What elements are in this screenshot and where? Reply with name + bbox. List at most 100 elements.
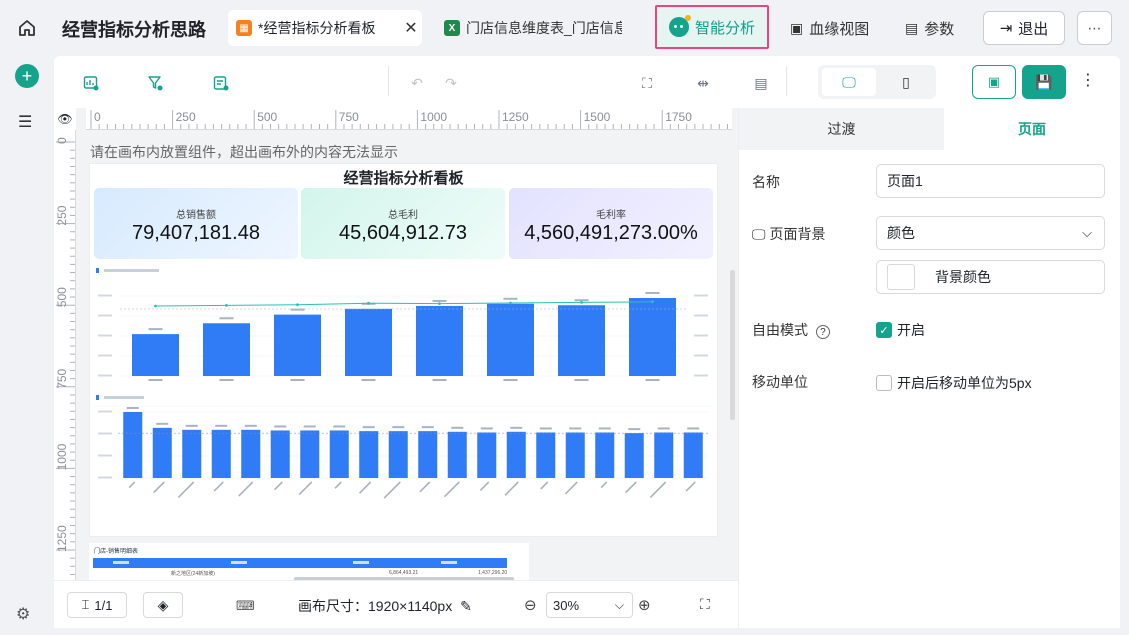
add-chart-icon[interactable] xyxy=(80,72,102,94)
more-options-button[interactable]: ⋯ xyxy=(1077,11,1112,45)
vertical-scrollbar[interactable] xyxy=(730,270,735,420)
add-component-icon[interactable]: + xyxy=(15,64,39,88)
canvas-size[interactable]: 画布尺寸：1920×1140px ✎ xyxy=(298,596,472,616)
params-button[interactable]: ▤ 参数 xyxy=(905,18,954,39)
line-point[interactable] xyxy=(438,302,441,305)
zoom-in-icon[interactable]: ⊕ xyxy=(638,596,651,614)
bar[interactable] xyxy=(447,431,467,478)
x-tick-label xyxy=(479,481,490,491)
format-brush-icon[interactable]: ⛶ xyxy=(636,72,658,94)
kpi-card-sales[interactable]: 总销售额 79,407,181.48 xyxy=(94,188,298,259)
help-circle-icon[interactable]: ? xyxy=(815,325,830,339)
free-mode-checkbox[interactable]: ✓ 开启 xyxy=(876,320,925,340)
bar[interactable] xyxy=(629,298,676,376)
desktop-view-icon[interactable]: 🖵 xyxy=(822,68,876,96)
bar[interactable] xyxy=(506,431,526,478)
edit-icon[interactable]: ✎ xyxy=(460,598,472,614)
add-filter-icon[interactable] xyxy=(144,72,166,94)
lineage-view-button[interactable]: ▣ 血缘视图 xyxy=(790,18,869,39)
ruler-label: 0 xyxy=(55,137,69,144)
page-bg-select[interactable]: 颜色 ⌵ xyxy=(876,216,1105,250)
page-indicator-button[interactable]: ⌶ 1/1 xyxy=(67,592,127,618)
kpi-label: 毛利率 xyxy=(596,210,626,221)
add-table-icon[interactable] xyxy=(210,72,232,94)
bar[interactable] xyxy=(683,432,703,478)
bar[interactable] xyxy=(329,430,349,478)
smart-analysis-button[interactable]: 智能分析 xyxy=(655,5,769,49)
y-tick-label xyxy=(98,454,112,457)
bar[interactable] xyxy=(123,412,143,478)
move-unit-checkbox[interactable]: 开启后移动单位为5px xyxy=(876,373,1032,393)
bar[interactable] xyxy=(270,430,290,478)
store-profit-chart[interactable] xyxy=(90,392,716,514)
home-icon[interactable] xyxy=(14,15,40,41)
gear-icon[interactable]: ⚙ xyxy=(16,604,30,624)
bar[interactable] xyxy=(558,305,605,376)
bar[interactable] xyxy=(132,334,179,376)
line-point[interactable] xyxy=(367,301,370,305)
bar[interactable] xyxy=(274,314,321,376)
line-point[interactable] xyxy=(225,304,228,307)
bar[interactable] xyxy=(345,308,392,376)
line-point[interactable] xyxy=(651,300,654,304)
redo-icon[interactable]: ↷ xyxy=(440,72,462,94)
bar[interactable] xyxy=(595,432,615,478)
zoom-out-icon[interactable]: ⊖ xyxy=(524,596,537,614)
ruler-label: 1000 xyxy=(55,443,69,470)
kpi-card-profit[interactable]: 总毛利 45,604,912.73 xyxy=(301,188,505,259)
ruler-label: 1250 xyxy=(55,525,69,552)
exit-button[interactable]: ⇥ 退出 xyxy=(983,11,1065,45)
outline-list-icon[interactable]: ☰ xyxy=(18,112,32,132)
bar-label xyxy=(432,299,447,302)
save-button[interactable]: 💾 xyxy=(1022,65,1066,99)
bar[interactable] xyxy=(388,431,408,478)
bar[interactable] xyxy=(536,432,556,478)
line-point[interactable] xyxy=(154,304,157,308)
eye-icon[interactable]: 👁 xyxy=(54,108,76,130)
bar[interactable] xyxy=(654,432,674,478)
close-icon[interactable]: ✕ xyxy=(400,18,422,38)
bar[interactable] xyxy=(416,305,463,376)
bar[interactable] xyxy=(182,429,202,478)
bar[interactable] xyxy=(565,432,585,478)
checkbox-checked-icon[interactable]: ✓ xyxy=(876,322,892,338)
preview-button[interactable]: ▣ xyxy=(972,65,1016,99)
line-point[interactable] xyxy=(509,301,512,305)
bar[interactable] xyxy=(624,433,644,478)
bar[interactable] xyxy=(152,427,172,478)
bar[interactable] xyxy=(211,429,231,478)
bar[interactable] xyxy=(359,431,379,478)
bar[interactable] xyxy=(487,303,534,376)
bar[interactable] xyxy=(477,432,497,478)
layers-button[interactable]: ◈ xyxy=(143,592,183,618)
line-point[interactable] xyxy=(296,303,299,307)
page-indicator: 1/1 xyxy=(94,597,113,613)
line-point[interactable] xyxy=(580,301,583,304)
monthly-sales-chart[interactable] xyxy=(90,264,716,390)
zoom-select[interactable]: 30% ⌵ xyxy=(546,592,633,618)
section-marker xyxy=(96,268,99,273)
mobile-view-icon[interactable]: ▯ xyxy=(880,68,932,96)
align-distribute-icon[interactable]: ⇹ xyxy=(692,72,714,94)
bar[interactable] xyxy=(418,431,438,478)
fit-screen-icon[interactable]: ⛶ xyxy=(700,596,710,613)
checkbox-unchecked-icon[interactable] xyxy=(876,375,892,391)
page-name-input[interactable]: 页面1 xyxy=(876,164,1105,198)
undo-icon[interactable]: ↶ xyxy=(406,72,428,94)
bar[interactable] xyxy=(203,323,250,376)
kpi-card-margin[interactable]: 毛利率 4,560,491,273.00% xyxy=(509,188,713,259)
canvas-size-label: 画布尺寸：1920×1140px xyxy=(298,598,453,614)
bar[interactable] xyxy=(241,429,261,478)
x-tick-label xyxy=(358,481,372,494)
page-settings-icon[interactable]: ▤ xyxy=(750,72,772,94)
tab-store-table[interactable]: X 门店信息维度表_门店信息 xyxy=(436,10,622,46)
tab-dashboard[interactable]: ▦ *经营指标分析看板 ✕ xyxy=(228,10,422,46)
kebab-menu-icon[interactable]: ⋮ xyxy=(1080,70,1096,90)
bar-label xyxy=(480,427,493,430)
tab-page[interactable]: 页面 xyxy=(944,108,1120,150)
bg-color-picker[interactable]: 背景颜色 xyxy=(876,260,1105,294)
tab-transition[interactable]: 过渡 xyxy=(739,108,944,150)
keyboard-icon[interactable]: ⌨ xyxy=(236,598,255,614)
color-swatch[interactable] xyxy=(887,264,915,290)
bar[interactable] xyxy=(300,430,320,478)
